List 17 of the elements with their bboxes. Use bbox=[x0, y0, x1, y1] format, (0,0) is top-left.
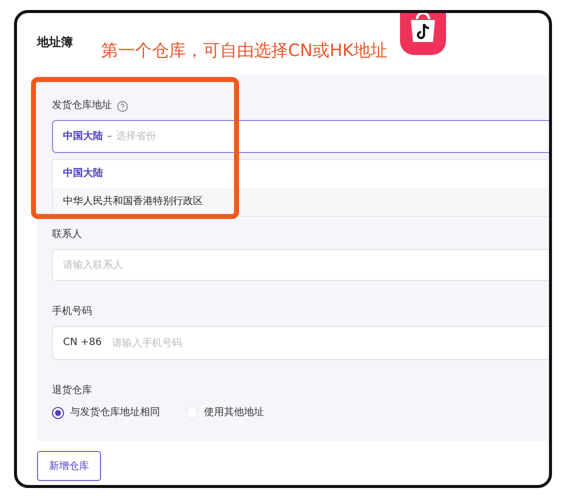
radio-option[interactable]: 使用其他地址 bbox=[186, 407, 264, 419]
dropdown-option[interactable]: 中华人民共和国香港特别行政区 bbox=[53, 188, 549, 216]
country-code: CN +86 bbox=[63, 337, 102, 349]
shopping-bag-logo-icon bbox=[400, 13, 446, 55]
help-icon[interactable] bbox=[117, 100, 128, 112]
select-field[interactable]: 中国大陆 – 选择省份 bbox=[52, 120, 549, 153]
annotation-text: 第一个仓库，可自由选择CN或HK地址 bbox=[101, 41, 388, 62]
field-label: 发货仓库地址 bbox=[52, 100, 112, 112]
phone-input[interactable]: 请输入手机号码 bbox=[110, 336, 549, 350]
add-warehouse-button[interactable]: 新增仓库 bbox=[37, 451, 101, 481]
input-field[interactable]: 请输入联系人 bbox=[52, 249, 549, 281]
page-title: 地址簿 bbox=[37, 35, 73, 50]
phone-field[interactable]: CN +86 请输入手机号码 bbox=[52, 326, 549, 360]
radio-option[interactable]: 与发货仓库地址相同 bbox=[52, 407, 160, 419]
field-label: 退货仓库 bbox=[52, 385, 92, 397]
field-label: 手机号码 bbox=[52, 306, 92, 318]
field-label: 联系人 bbox=[52, 229, 82, 241]
